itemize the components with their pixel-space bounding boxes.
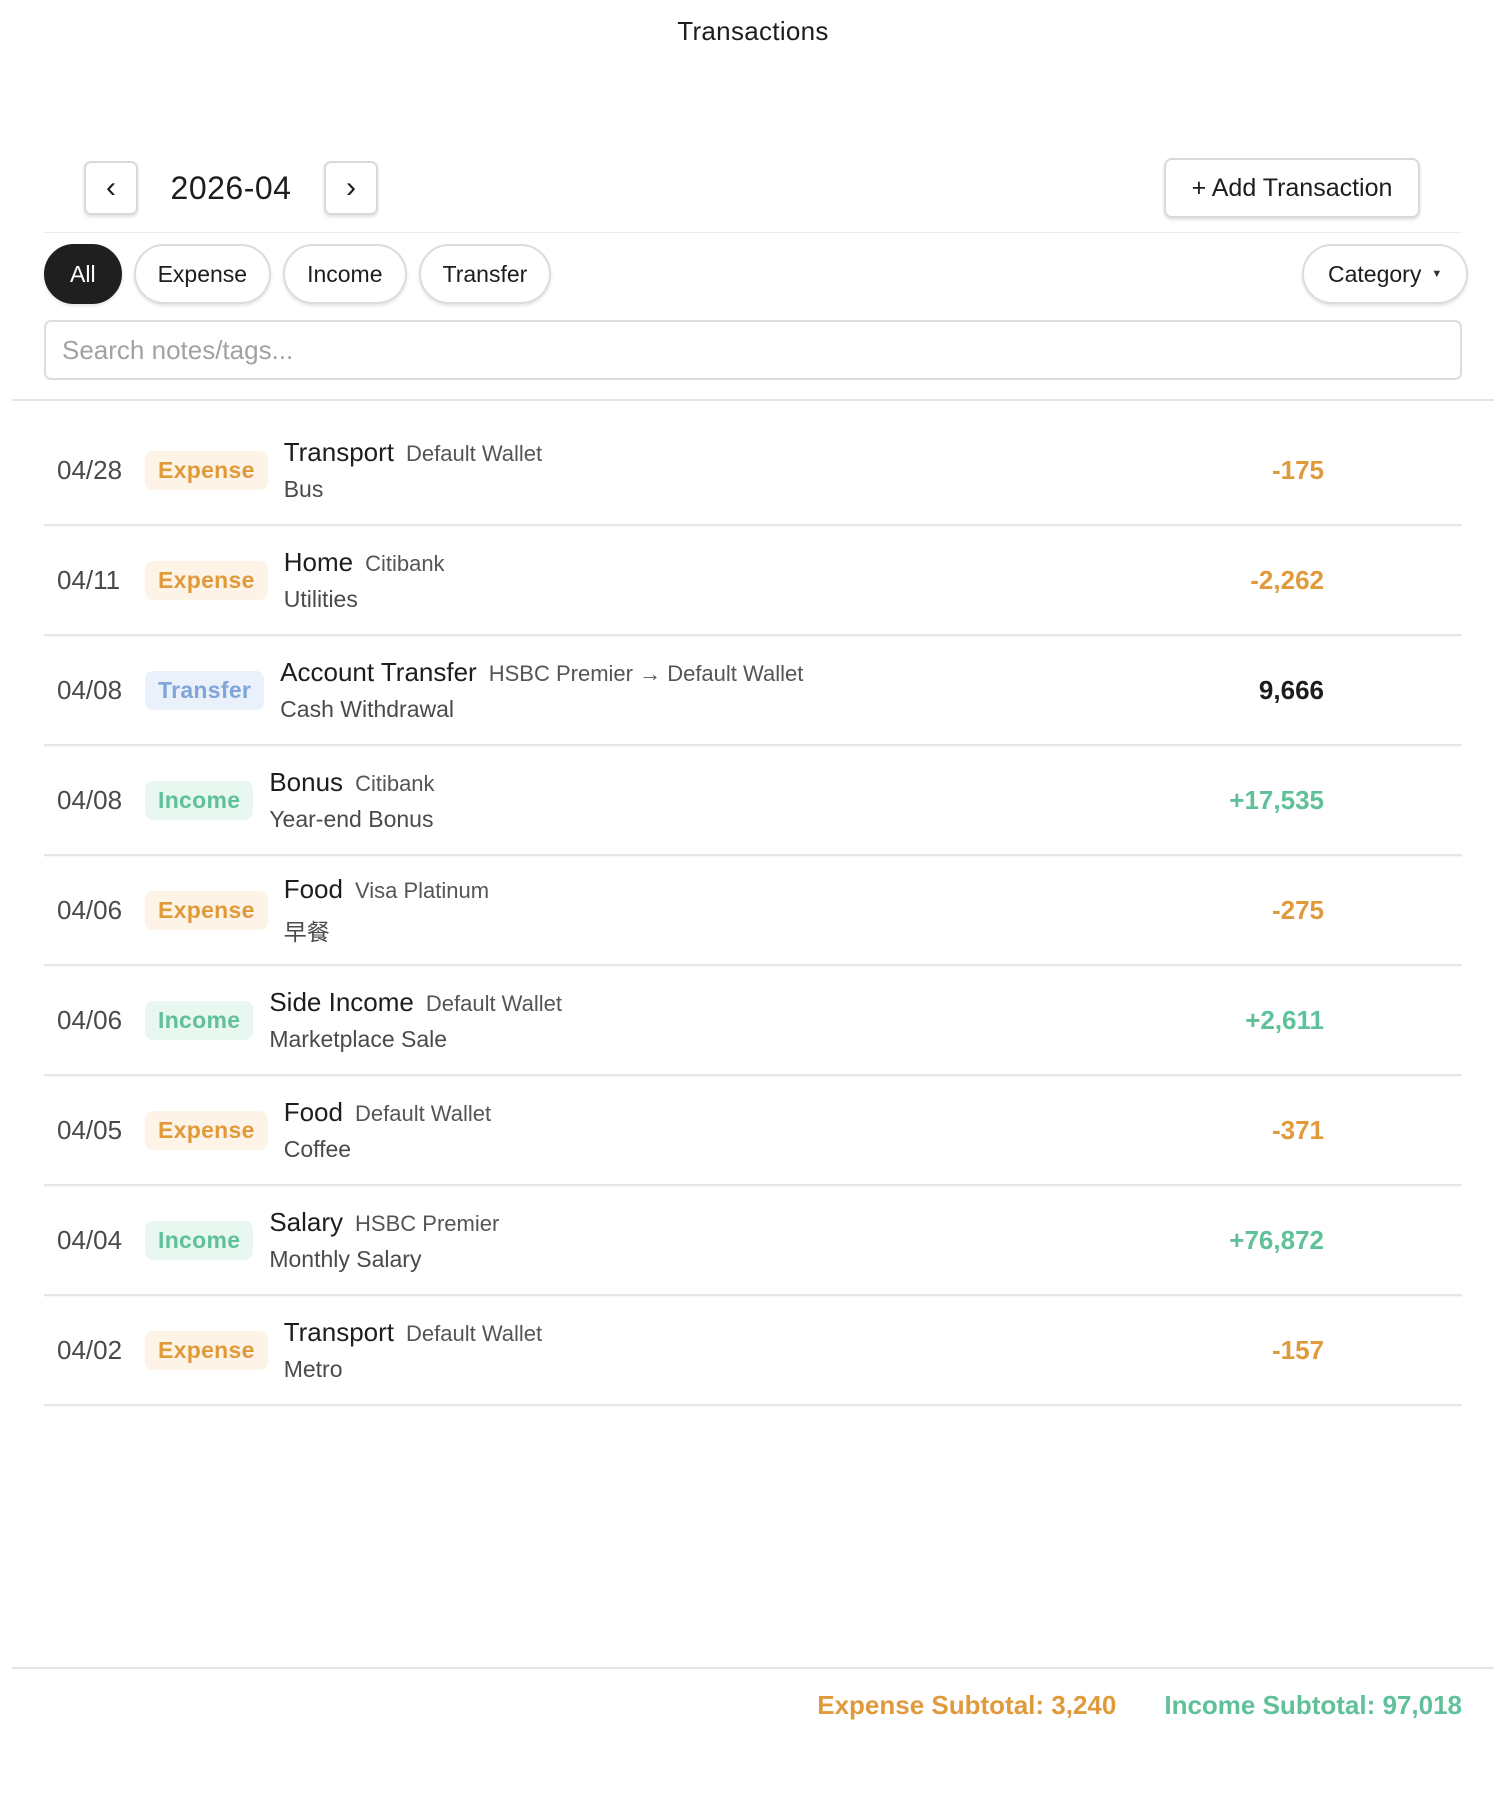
transaction-row[interactable]: 04/04 Income Salary HSBC Premier Monthly… bbox=[44, 1186, 1462, 1296]
type-badge: Expense bbox=[145, 1110, 268, 1150]
transaction-note: Monthly Salary bbox=[269, 1246, 422, 1272]
transactions-page: Transactions ‹ 2026-04 › + Add Transacti… bbox=[0, 0, 1506, 1814]
type-badge: Transfer bbox=[145, 670, 265, 710]
transaction-date: 04/02 bbox=[57, 1334, 123, 1365]
transaction-list: 04/28 Expense Transport Default Wallet B… bbox=[44, 416, 1462, 1406]
transaction-note: Marketplace Sale bbox=[269, 1026, 448, 1052]
transaction-amount: +17,535 bbox=[1229, 784, 1324, 815]
transaction-info: Transport Default Wallet Metro bbox=[284, 1317, 542, 1383]
transaction-info: Side Income Default Wallet Marketplace S… bbox=[269, 987, 562, 1053]
transaction-category: Transport bbox=[283, 437, 395, 467]
search-input[interactable] bbox=[44, 320, 1462, 380]
transaction-info: Account Transfer HSBC Premier → Default … bbox=[280, 657, 803, 723]
transaction-account: HSBC Premier → Default Wallet bbox=[488, 661, 804, 686]
transaction-amount: 9,666 bbox=[1258, 674, 1324, 705]
transaction-date: 04/05 bbox=[57, 1114, 123, 1145]
toolbar-divider bbox=[44, 232, 1462, 233]
transaction-account: Default Wallet bbox=[425, 991, 562, 1016]
filter-tab-transfer[interactable]: Transfer bbox=[418, 244, 552, 304]
type-badge: Expense bbox=[145, 1330, 268, 1370]
transaction-note: 早餐 bbox=[283, 918, 330, 945]
category-dropdown-label: Category bbox=[1328, 260, 1422, 287]
filter-tab-expense[interactable]: Expense bbox=[133, 244, 272, 304]
filter-tab-all[interactable]: All bbox=[44, 244, 122, 304]
type-badge: Expense bbox=[145, 450, 268, 490]
transaction-note: Utilities bbox=[283, 586, 358, 612]
transaction-account: Default Wallet bbox=[406, 1321, 543, 1346]
category-dropdown[interactable]: Category ▼ bbox=[1302, 244, 1469, 304]
expense-subtotal: Expense Subtotal: 3,240 bbox=[817, 1690, 1117, 1720]
transaction-info: Food Default Wallet Coffee bbox=[284, 1097, 491, 1163]
transaction-account: Citibank bbox=[355, 771, 435, 796]
transaction-info: Transport Default Wallet Bus bbox=[284, 437, 542, 503]
transaction-amount: +76,872 bbox=[1229, 1224, 1324, 1255]
transaction-note: Coffee bbox=[283, 1136, 352, 1162]
transaction-date: 04/11 bbox=[57, 564, 121, 595]
transaction-account: Default Wallet bbox=[406, 441, 543, 466]
transaction-row[interactable]: 04/05 Expense Food Default Wallet Coffee… bbox=[44, 1076, 1462, 1186]
transaction-note: Metro bbox=[283, 1356, 343, 1382]
prev-month-button[interactable]: ‹ bbox=[84, 161, 138, 215]
list-top-divider bbox=[12, 399, 1494, 401]
transaction-date: 04/28 bbox=[57, 454, 123, 485]
transaction-note: Year-end Bonus bbox=[269, 806, 434, 832]
transaction-info: Bonus Citibank Year-end Bonus bbox=[269, 767, 434, 833]
transaction-row[interactable]: 04/06 Income Side Income Default Wallet … bbox=[44, 966, 1462, 1076]
transaction-category: Food bbox=[283, 1097, 343, 1127]
type-badge: Expense bbox=[145, 560, 268, 600]
transaction-amount: -157 bbox=[1271, 1334, 1324, 1365]
transaction-account: Default Wallet bbox=[354, 1101, 492, 1126]
transaction-row[interactable]: 04/06 Expense Food Visa Platinum 早餐 -275 bbox=[44, 856, 1462, 966]
transaction-category: Account Transfer bbox=[280, 657, 477, 687]
caret-down-icon: ▼ bbox=[1431, 268, 1443, 280]
type-badge: Income bbox=[145, 780, 254, 820]
transaction-amount: -2,262 bbox=[1250, 564, 1324, 595]
transaction-amount: -175 bbox=[1271, 454, 1324, 485]
transaction-date: 04/06 bbox=[57, 894, 123, 925]
filter-tab-income[interactable]: Income bbox=[283, 244, 407, 304]
transaction-amount: -371 bbox=[1271, 1114, 1324, 1145]
add-transaction-button[interactable]: + Add Transaction bbox=[1164, 158, 1420, 218]
type-filter-tabs: All Expense Income Transfer bbox=[44, 244, 563, 304]
type-badge: Expense bbox=[145, 890, 268, 930]
footer-divider bbox=[12, 1667, 1494, 1669]
transaction-note: Bus bbox=[283, 476, 324, 502]
transaction-amount: -275 bbox=[1271, 894, 1324, 925]
chevron-left-icon: ‹ bbox=[106, 171, 116, 204]
transaction-category: Food bbox=[283, 873, 343, 904]
transaction-note: Cash Withdrawal bbox=[280, 696, 455, 722]
transaction-category: Salary bbox=[269, 1207, 344, 1237]
type-badge: Income bbox=[145, 1000, 254, 1040]
transaction-date: 04/08 bbox=[57, 674, 123, 705]
chevron-right-icon: › bbox=[346, 171, 356, 204]
transaction-row[interactable]: 04/11 Expense Home Citibank Utilities -2… bbox=[44, 526, 1462, 636]
next-month-button[interactable]: › bbox=[324, 161, 378, 215]
transaction-info: Food Visa Platinum 早餐 bbox=[284, 874, 489, 947]
transaction-row[interactable]: 04/28 Expense Transport Default Wallet B… bbox=[44, 416, 1462, 526]
transaction-category: Home bbox=[283, 547, 354, 577]
transaction-amount: +2,611 bbox=[1245, 1004, 1324, 1035]
transaction-date: 04/06 bbox=[57, 1004, 123, 1035]
transaction-account: Visa Platinum bbox=[354, 877, 490, 903]
transaction-account: HSBC Premier bbox=[355, 1211, 500, 1236]
subtotals-bar: Expense Subtotal: 3,240 Income Subtotal:… bbox=[817, 1690, 1462, 1721]
current-month: 2026-04 bbox=[170, 169, 292, 206]
transaction-info: Home Citibank Utilities bbox=[284, 547, 445, 613]
month-navigator: ‹ 2026-04 › bbox=[84, 160, 378, 216]
transaction-category: Bonus bbox=[269, 767, 344, 797]
transaction-date: 04/08 bbox=[57, 784, 123, 815]
transaction-account: Citibank bbox=[365, 551, 445, 576]
income-subtotal: Income Subtotal: 97,018 bbox=[1164, 1690, 1462, 1720]
page-title: Transactions bbox=[677, 16, 829, 46]
type-badge: Income bbox=[145, 1220, 254, 1260]
transaction-category: Side Income bbox=[269, 987, 414, 1017]
transaction-info: Salary HSBC Premier Monthly Salary bbox=[269, 1207, 499, 1273]
transaction-row[interactable]: 04/02 Expense Transport Default Wallet M… bbox=[44, 1296, 1462, 1406]
transaction-date: 04/04 bbox=[57, 1224, 123, 1255]
transaction-category: Transport bbox=[283, 1317, 395, 1347]
transaction-row[interactable]: 04/08 Income Bonus Citibank Year-end Bon… bbox=[44, 746, 1462, 856]
transaction-row[interactable]: 04/08 Transfer Account Transfer HSBC Pre… bbox=[44, 636, 1462, 746]
